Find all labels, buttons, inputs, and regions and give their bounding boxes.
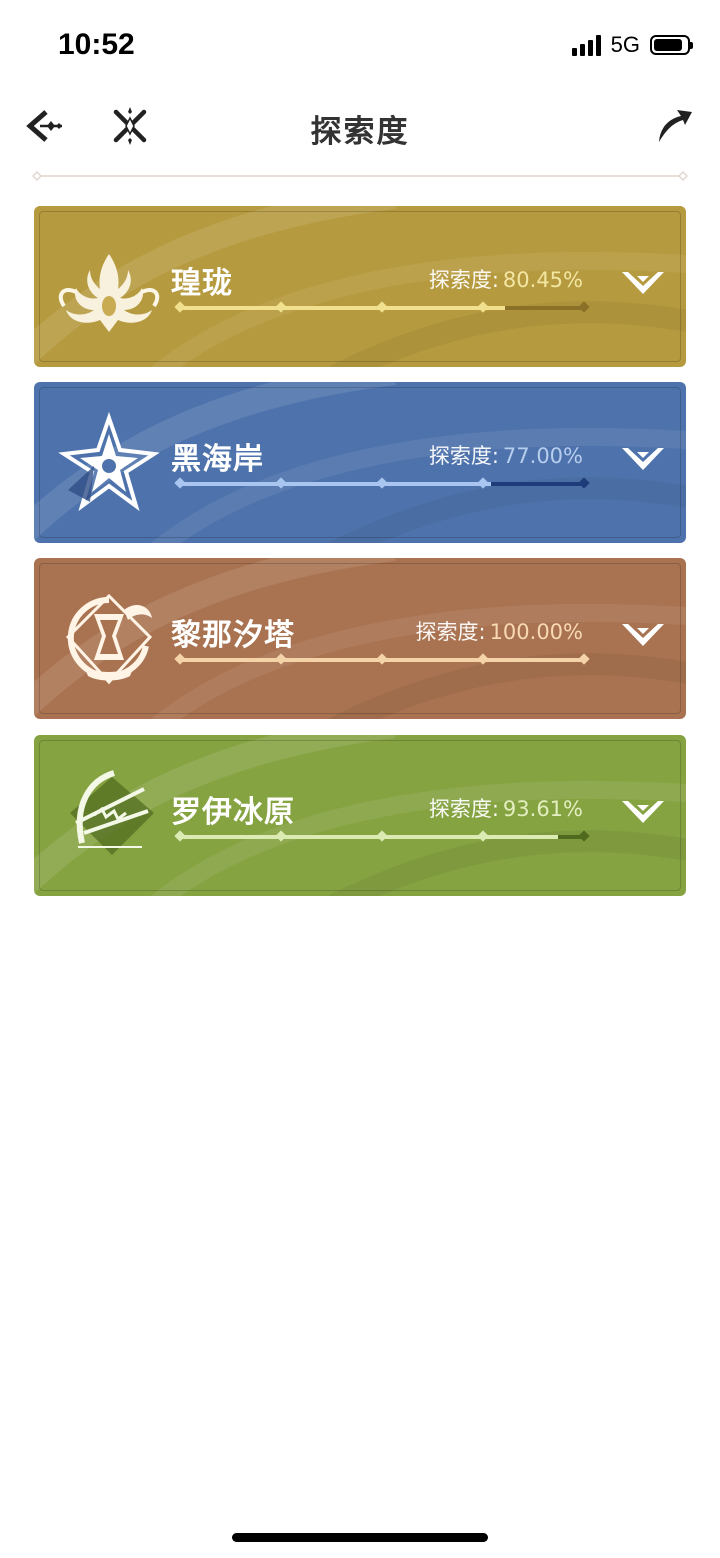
progress-marker [578,830,590,842]
crossbow-emblem-icon [54,763,164,873]
status-bar: 10:52 5G [0,0,720,90]
nav-bar: 探索度 [0,90,720,170]
status-time: 10:52 [58,28,135,61]
progress-fill [180,482,491,486]
progress-marker [174,477,186,489]
battery-icon [650,35,693,55]
signal-icon [571,34,601,56]
region-name: 瑝珑 [171,266,233,301]
chevron-down-icon[interactable] [620,797,666,831]
progress-marker [376,653,388,665]
exploration-label: 探索度: 100.00% [415,616,583,646]
progress-fill [180,306,505,310]
region-card[interactable]: 黑海岸 探索度: 77.00% [34,382,686,543]
progress-marker [578,301,590,313]
page: 10:52 5G 探索度 瑝珑 探索度: 80.45% 黑海岸 探索度: 77.… [0,0,720,1558]
exploration-label: 探索度: 80.45% [429,264,583,294]
exploration-label: 探索度: 77.00% [429,440,583,470]
progress-marker [477,477,489,489]
exploration-value: 93.61% [502,797,583,821]
home-indicator [232,1533,488,1542]
progress-marker [275,653,287,665]
exploration-label-text: 探索度: [428,268,499,292]
status-indicators: 5G [571,32,693,58]
progress-marker [275,477,287,489]
dragon-emblem-icon [54,234,164,344]
region-name: 罗伊冰原 [171,795,295,830]
progress-marker [376,830,388,842]
region-name: 黑海岸 [171,442,264,477]
chevron-down-icon[interactable] [620,444,666,478]
progress-marker [477,830,489,842]
exploration-progress-bar [174,477,590,490]
progress-fill [180,835,558,839]
exploration-value: 77.00% [502,444,583,468]
progress-marker [477,653,489,665]
exploration-progress-bar [174,830,590,843]
network-label: 5G [610,32,640,57]
exploration-value: 80.45% [502,268,583,292]
progress-marker [174,301,186,313]
region-card[interactable]: 黎那汐塔 探索度: 100.00% [34,558,686,719]
chevron-down-icon[interactable] [620,620,666,654]
progress-marker [477,301,489,313]
exploration-progress-bar [174,653,590,666]
region-card[interactable]: 瑝珑 探索度: 80.45% [34,206,686,367]
progress-marker [376,301,388,313]
exploration-label-text: 探索度: [428,797,499,821]
chevron-down-icon[interactable] [620,268,666,302]
progress-marker [578,653,590,665]
progress-marker [578,477,590,489]
region-card[interactable]: 罗伊冰原 探索度: 93.61% [34,735,686,896]
star-flower-emblem-icon [54,410,164,520]
progress-marker [275,301,287,313]
exploration-progress-bar [174,301,590,314]
page-title: 探索度 [310,114,410,150]
exploration-label-text: 探索度: [428,444,499,468]
region-name: 黎那汐塔 [171,618,295,653]
hourglass-emblem-icon [54,586,164,696]
header-divider [32,171,688,181]
share-arrow-icon[interactable] [654,106,694,146]
progress-marker [174,830,186,842]
progress-marker [376,477,388,489]
exploration-value: 100.00% [489,620,583,644]
exploration-label-text: 探索度: [415,620,486,644]
exploration-label: 探索度: 93.61% [429,793,583,823]
progress-marker [275,830,287,842]
progress-marker [174,653,186,665]
